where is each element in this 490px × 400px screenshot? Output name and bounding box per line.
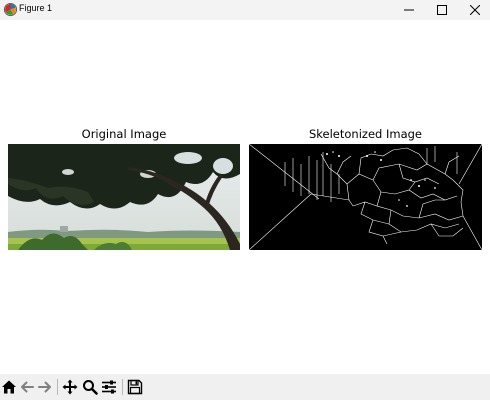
pan-icon — [62, 379, 78, 395]
maximize-button[interactable] — [425, 0, 459, 20]
save-button[interactable] — [126, 378, 144, 396]
toolbar-separator — [122, 379, 123, 395]
zoom-icon — [83, 380, 98, 395]
close-icon — [470, 5, 480, 15]
subplot-title-original: Original Image — [81, 127, 167, 141]
maximize-icon — [437, 5, 447, 15]
forward-arrow-icon — [38, 381, 51, 393]
home-button[interactable] — [0, 378, 18, 396]
skeletonized-image — [249, 144, 482, 250]
minimize-icon — [404, 9, 414, 11]
home-icon — [2, 380, 16, 394]
back-arrow-icon — [21, 381, 34, 393]
figure-canvas[interactable]: Original Image Skeletonized Image — [0, 20, 490, 374]
window-title: Figure 1 — [19, 3, 53, 13]
back-button[interactable] — [18, 378, 36, 396]
navigation-toolbar — [0, 374, 490, 400]
forward-button[interactable] — [36, 378, 54, 396]
matplotlib-icon — [3, 2, 18, 17]
zoom-button[interactable] — [81, 378, 99, 396]
close-button[interactable] — [458, 0, 490, 20]
pan-button[interactable] — [61, 378, 79, 396]
toolbar-separator — [57, 379, 58, 395]
configure-subplots-button[interactable] — [100, 378, 118, 396]
minimize-button[interactable] — [392, 0, 426, 20]
subplot-title-skeletonized: Skeletonized Image — [308, 127, 422, 141]
window-titlebar: Figure 1 — [0, 0, 490, 20]
save-icon — [127, 379, 143, 395]
configure-subplots-icon — [102, 380, 116, 394]
original-image — [8, 144, 240, 250]
